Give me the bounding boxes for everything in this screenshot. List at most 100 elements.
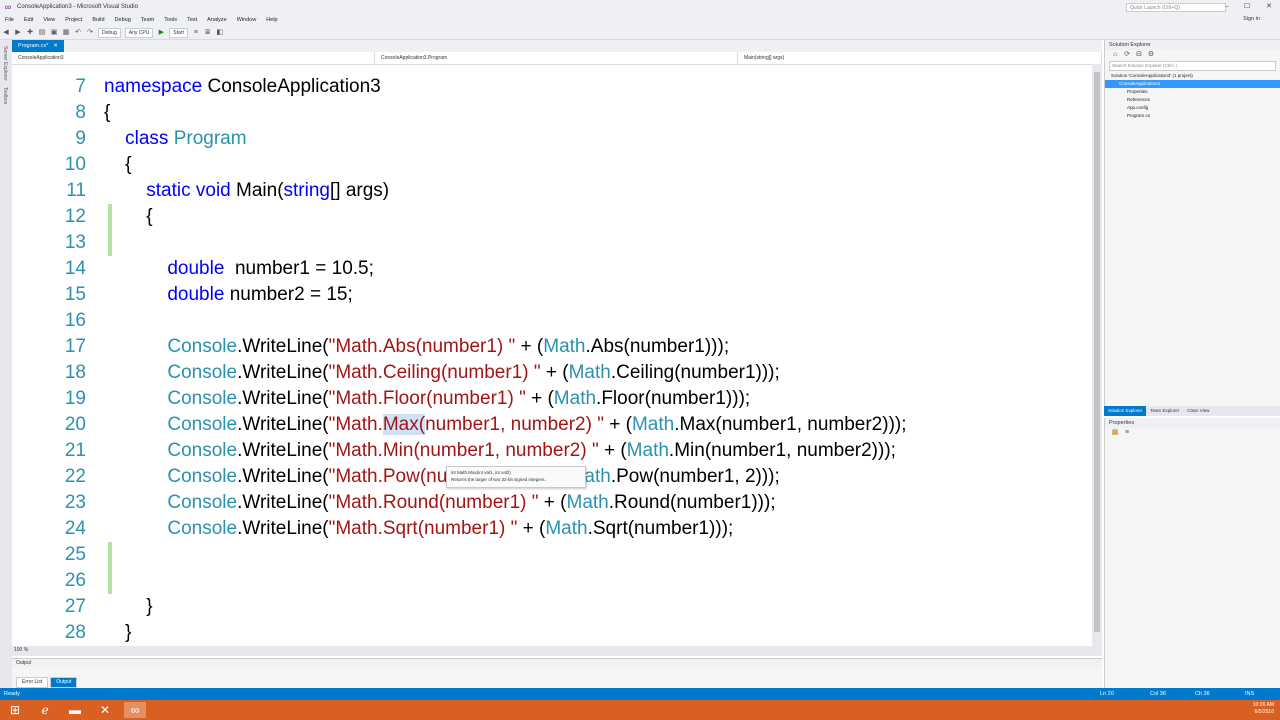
uncomment-icon[interactable]: ≣: [204, 29, 212, 37]
code-text[interactable]: Console.WriteLine("Math.Round(number1) "…: [104, 490, 775, 516]
close-tab-icon[interactable]: ✕: [53, 43, 58, 49]
code-line[interactable]: 13: [12, 230, 1090, 256]
code-line[interactable]: 17 Console.WriteLine("Math.Abs(number1) …: [12, 334, 1090, 360]
toolbox-tab[interactable]: Toolbox: [2, 87, 8, 104]
start-icon[interactable]: ▶: [157, 29, 165, 37]
solution-tree-item[interactable]: App.config: [1105, 104, 1280, 112]
code-text[interactable]: Console.WriteLine("Math.Min(number1, num…: [104, 438, 896, 464]
menu-tools[interactable]: Tools: [159, 17, 182, 23]
solution-search-input[interactable]: Search Solution Explorer (Ctrl+;): [1109, 61, 1276, 71]
platform-dropdown[interactable]: Any CPU: [124, 27, 154, 38]
scrollbar-thumb[interactable]: [1094, 72, 1100, 632]
tab-class-view[interactable]: Class View: [1183, 406, 1213, 416]
code-line[interactable]: 25: [12, 542, 1090, 568]
code-text[interactable]: {: [104, 152, 131, 178]
tab-team-explorer[interactable]: Team Explorer: [1146, 406, 1183, 416]
save-icon[interactable]: ▣: [50, 29, 58, 37]
code-line[interactable]: 15 double number2 = 15;: [12, 282, 1090, 308]
code-text[interactable]: namespace ConsoleApplication3: [104, 74, 381, 100]
maximize-button[interactable]: ☐: [1236, 0, 1258, 14]
solution-tree-item[interactable]: References: [1105, 96, 1280, 104]
project-dropdown[interactable]: ConsoleApplication3: [12, 52, 375, 64]
quick-launch-input[interactable]: Quick Launch (Ctrl+Q): [1126, 3, 1226, 12]
forward-icon[interactable]: ▶: [14, 29, 22, 37]
server-explorer-tab[interactable]: Server Explorer: [2, 46, 8, 81]
comment-icon[interactable]: ≡: [192, 29, 200, 37]
menu-file[interactable]: File: [0, 17, 19, 23]
code-text[interactable]: double number1 = 10.5;: [104, 256, 374, 282]
visual-studio-taskbar-icon[interactable]: ∞: [124, 702, 146, 718]
menu-test[interactable]: Test: [182, 17, 202, 23]
start-menu-icon[interactable]: ⊞: [4, 702, 26, 718]
open-icon[interactable]: ▤: [38, 29, 46, 37]
code-text[interactable]: Console.WriteLine("Math.Max(number1, num…: [104, 412, 907, 438]
tab-solution-explorer[interactable]: Solution Explorer: [1104, 406, 1147, 416]
code-text[interactable]: Console.WriteLine("Math.Pow(number1, 2) …: [104, 464, 779, 490]
menu-analyze[interactable]: Analyze: [202, 17, 232, 23]
solution-tree-item[interactable]: Program.cs: [1105, 112, 1280, 120]
code-line[interactable]: 28 }: [12, 620, 1090, 646]
code-text[interactable]: }: [104, 620, 131, 646]
collapse-icon[interactable]: ⊟: [1135, 51, 1143, 59]
tab-program-cs[interactable]: Program.cs* ✕: [12, 40, 64, 52]
code-line[interactable]: 16: [12, 308, 1090, 334]
member-dropdown[interactable]: Main(string[] args): [738, 52, 1102, 64]
menu-edit[interactable]: Edit: [19, 17, 38, 23]
bookmark-icon[interactable]: ◧: [216, 29, 224, 37]
categorized-icon[interactable]: ▦: [1111, 429, 1119, 437]
properties-icon[interactable]: ⚙: [1147, 51, 1155, 59]
back-icon[interactable]: ◀: [2, 29, 10, 37]
file-explorer-icon[interactable]: ▬: [64, 702, 86, 718]
code-text[interactable]: double number2 = 15;: [104, 282, 352, 308]
code-text[interactable]: Console.WriteLine("Math.Sqrt(number1) " …: [104, 516, 733, 542]
save-all-icon[interactable]: ▦: [62, 29, 70, 37]
menu-debug[interactable]: Debug: [110, 17, 136, 23]
code-line[interactable]: 9 class Program: [12, 126, 1090, 152]
code-text[interactable]: Console.WriteLine("Math.Abs(number1) " +…: [104, 334, 729, 360]
code-line[interactable]: 21 Console.WriteLine("Math.Min(number1, …: [12, 438, 1090, 464]
solution-config-dropdown[interactable]: Debug: [98, 27, 121, 38]
code-text[interactable]: }: [104, 594, 152, 620]
code-line[interactable]: 12 {: [12, 204, 1090, 230]
code-line[interactable]: 27 }: [12, 594, 1090, 620]
menu-project[interactable]: Project: [60, 17, 87, 23]
new-project-icon[interactable]: ✚: [26, 29, 34, 37]
code-line[interactable]: 20 Console.WriteLine("Math.Max(number1, …: [12, 412, 1090, 438]
code-line[interactable]: 10 {: [12, 152, 1090, 178]
tab-error-list[interactable]: Error List: [16, 677, 49, 688]
code-line[interactable]: 19 Console.WriteLine("Math.Floor(number1…: [12, 386, 1090, 412]
sign-in-link[interactable]: Sign in: [1243, 16, 1260, 22]
vertical-scrollbar[interactable]: [1092, 64, 1102, 646]
code-text-area[interactable]: 7 namespace ConsoleApplication3 8{9 class …: [12, 74, 1090, 646]
solution-tree-item[interactable]: ConsoleApplication3: [1105, 80, 1280, 88]
code-text[interactable]: Console.WriteLine("Math.Floor(number1) "…: [104, 386, 750, 412]
code-text[interactable]: Console.WriteLine("Math.Ceiling(number1)…: [104, 360, 779, 386]
code-line[interactable]: 7 namespace ConsoleApplication3: [12, 74, 1090, 100]
code-line[interactable]: 18 Console.WriteLine("Math.Ceiling(numbe…: [12, 360, 1090, 386]
undo-icon[interactable]: ↶: [74, 29, 82, 37]
code-text[interactable]: static void Main(string[] args): [104, 178, 389, 204]
code-text[interactable]: {: [104, 204, 152, 230]
close-button[interactable]: ✕: [1258, 0, 1280, 14]
excel-icon[interactable]: ✕: [94, 702, 116, 718]
tab-output[interactable]: Output: [50, 677, 78, 688]
solution-tree-item[interactable]: Properties: [1105, 88, 1280, 96]
alphabetical-icon[interactable]: ≡: [1123, 429, 1131, 437]
horizontal-scrollbar[interactable]: 100 %: [12, 646, 1102, 656]
code-line[interactable]: 26: [12, 568, 1090, 594]
code-text[interactable]: class Program: [104, 126, 246, 152]
system-tray-clock[interactable]: 10:26 AM 6/5/2016: [1253, 702, 1274, 716]
menu-build[interactable]: Build: [87, 17, 109, 23]
code-line[interactable]: 11 static void Main(string[] args): [12, 178, 1090, 204]
start-button[interactable]: Start: [169, 27, 188, 38]
code-line[interactable]: 14 double number1 = 10.5;: [12, 256, 1090, 282]
internet-explorer-icon[interactable]: ℯ: [34, 702, 56, 718]
class-dropdown[interactable]: ConsoleApplication3.Program: [375, 52, 738, 64]
menu-view[interactable]: View: [38, 17, 60, 23]
redo-icon[interactable]: ↷: [86, 29, 94, 37]
code-text[interactable]: {: [104, 100, 110, 126]
solution-tree-item[interactable]: Solution 'ConsoleApplication3' (1 projec…: [1105, 72, 1280, 80]
code-line[interactable]: 24 Console.WriteLine("Math.Sqrt(number1)…: [12, 516, 1090, 542]
code-line[interactable]: 23 Console.WriteLine("Math.Round(number1…: [12, 490, 1090, 516]
sync-icon[interactable]: ⟳: [1123, 51, 1131, 59]
